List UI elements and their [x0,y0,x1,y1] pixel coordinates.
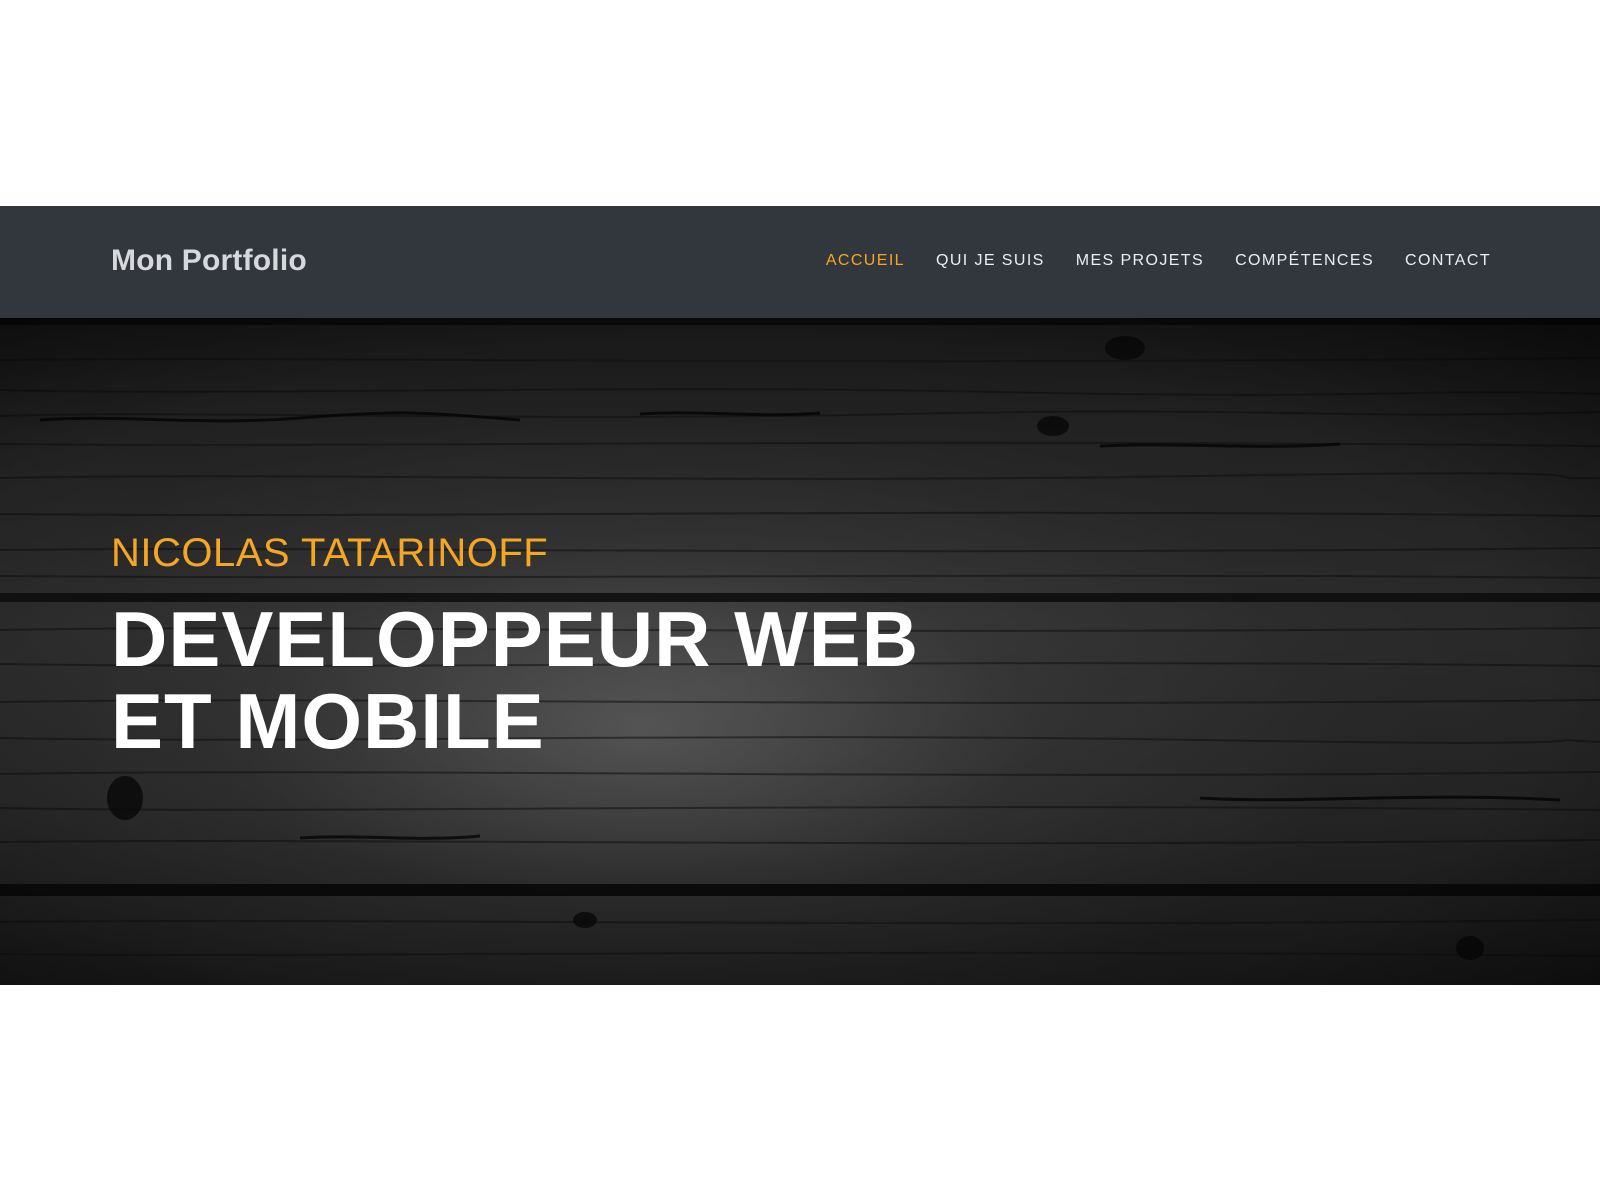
hero-headline-line-1: DEVELOPPEUR WEB [111,595,920,683]
page: Mon Portfolio ACCUEIL QUI JE SUIS MES PR… [0,0,1600,1200]
brand-logo-link[interactable]: Mon Portfolio [111,239,307,283]
hero-section: NICOLAS TATARINOFF DEVELOPPEUR WEB ET MO… [0,318,1600,985]
nav-link-mes-projets[interactable]: MES PROJETS [1076,249,1204,273]
hero-headline: DEVELOPPEUR WEB ET MOBILE [111,598,1111,762]
hero-headline-line-2: ET MOBILE [111,677,545,765]
nav-link-qui-je-suis[interactable]: QUI JE SUIS [936,249,1045,273]
nav-link-contact[interactable]: CONTACT [1405,249,1491,273]
top-navbar: Mon Portfolio ACCUEIL QUI JE SUIS MES PR… [0,206,1600,318]
main-navigation: ACCUEIL QUI JE SUIS MES PROJETS COMPÉTEN… [826,249,1491,273]
nav-link-competences[interactable]: COMPÉTENCES [1235,249,1374,273]
hero-name-subtitle: NICOLAS TATARINOFF [111,531,549,575]
nav-link-accueil[interactable]: ACCUEIL [826,249,905,273]
